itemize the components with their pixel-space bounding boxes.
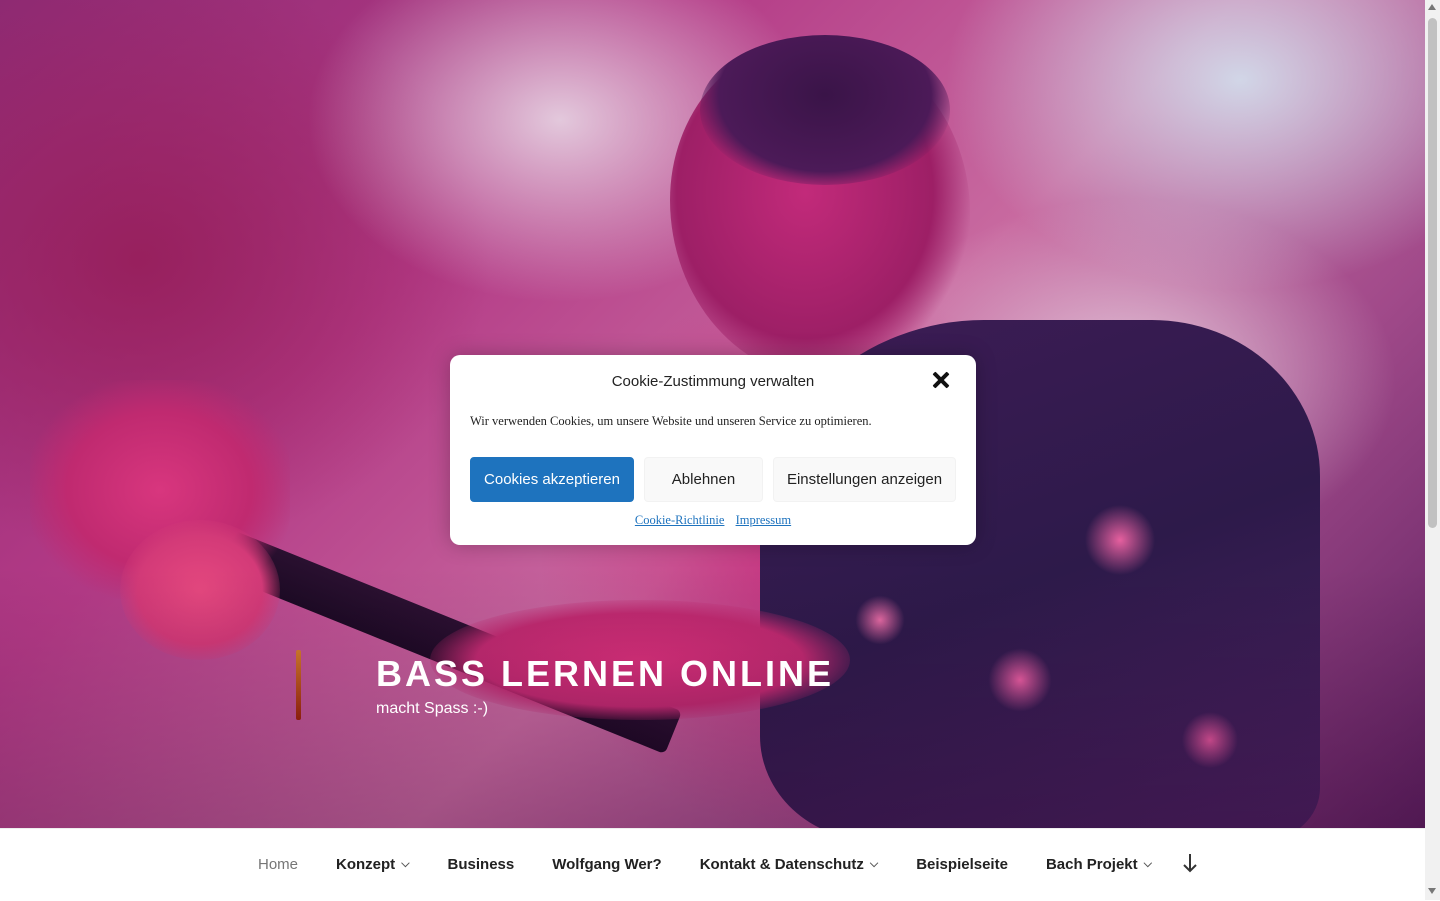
scroll-up-arrow-icon[interactable] — [1428, 4, 1436, 10]
nav-item-label: Kontakt & Datenschutz — [699, 856, 864, 873]
nav-item-label: Wolfgang Wer? — [552, 856, 662, 873]
accept-cookies-button[interactable]: Cookies akzeptieren — [470, 457, 634, 502]
deny-cookies-button[interactable]: Ablehnen — [644, 457, 763, 502]
close-icon[interactable] — [930, 369, 952, 391]
nav-item-konzept[interactable]: Konzept ⌵ — [336, 856, 410, 873]
nav-item-label: Bach Projekt — [1045, 856, 1138, 873]
scroll-down-arrow-icon[interactable] — [1428, 888, 1436, 894]
nav-item-home[interactable]: Home — [258, 856, 298, 873]
nav-menu: Home Konzept ⌵ Business Wolfgang Wer? Ko… — [258, 856, 1190, 873]
hero-photo-hair — [700, 35, 950, 185]
nav-item-label: Konzept — [336, 856, 396, 873]
nav-item-bach-projekt[interactable]: Bach Projekt ⌵ — [1046, 856, 1152, 873]
chevron-down-icon[interactable]: ⌵ — [870, 858, 878, 871]
site-branding: BASS LERNEN ONLINE macht Spass :-) — [376, 652, 834, 718]
imprint-link[interactable]: Impressum — [736, 513, 792, 527]
cookie-consent-dialog: Cookie-Zustimmung verwalten Wir verwende… — [450, 355, 976, 545]
main-navigation: Home Konzept ⌵ Business Wolfgang Wer? Ko… — [0, 828, 1425, 901]
nav-item-kontakt-datenschutz[interactable]: Kontakt & Datenschutz ⌵ — [700, 856, 879, 873]
cookie-links: Cookie-Richtlinie Impressum — [450, 513, 976, 528]
nav-item-business[interactable]: Business — [448, 856, 515, 873]
nav-item-label: Home — [258, 856, 299, 873]
site-logo[interactable] — [296, 650, 301, 720]
nav-item-wolfgang-wer[interactable]: Wolfgang Wer? — [552, 856, 661, 873]
scrollbar-thumb[interactable] — [1428, 18, 1437, 528]
nav-item-beispielseite[interactable]: Beispielseite — [916, 856, 1008, 873]
chevron-down-icon[interactable]: ⌵ — [1144, 858, 1152, 871]
site-title[interactable]: BASS LERNEN ONLINE — [376, 652, 834, 696]
cookie-dialog-message: Wir verwenden Cookies, um unsere Website… — [470, 414, 872, 428]
nav-item-label: Business — [447, 856, 515, 873]
cookie-dialog-title: Cookie-Zustimmung verwalten — [611, 373, 815, 390]
show-preferences-button[interactable]: Einstellungen anzeigen — [773, 457, 956, 502]
site-description: macht Spass :-) — [376, 700, 489, 717]
nav-item-label: Beispielseite — [916, 856, 1008, 873]
cookie-policy-link[interactable]: Cookie-Richtlinie — [635, 513, 725, 527]
page-scrollbar[interactable] — [1425, 0, 1440, 900]
cookie-button-group: Cookies akzeptieren Ablehnen Einstellung… — [470, 457, 956, 502]
arrow-down-icon[interactable] — [1180, 852, 1200, 878]
chevron-down-icon[interactable]: ⌵ — [401, 858, 409, 871]
